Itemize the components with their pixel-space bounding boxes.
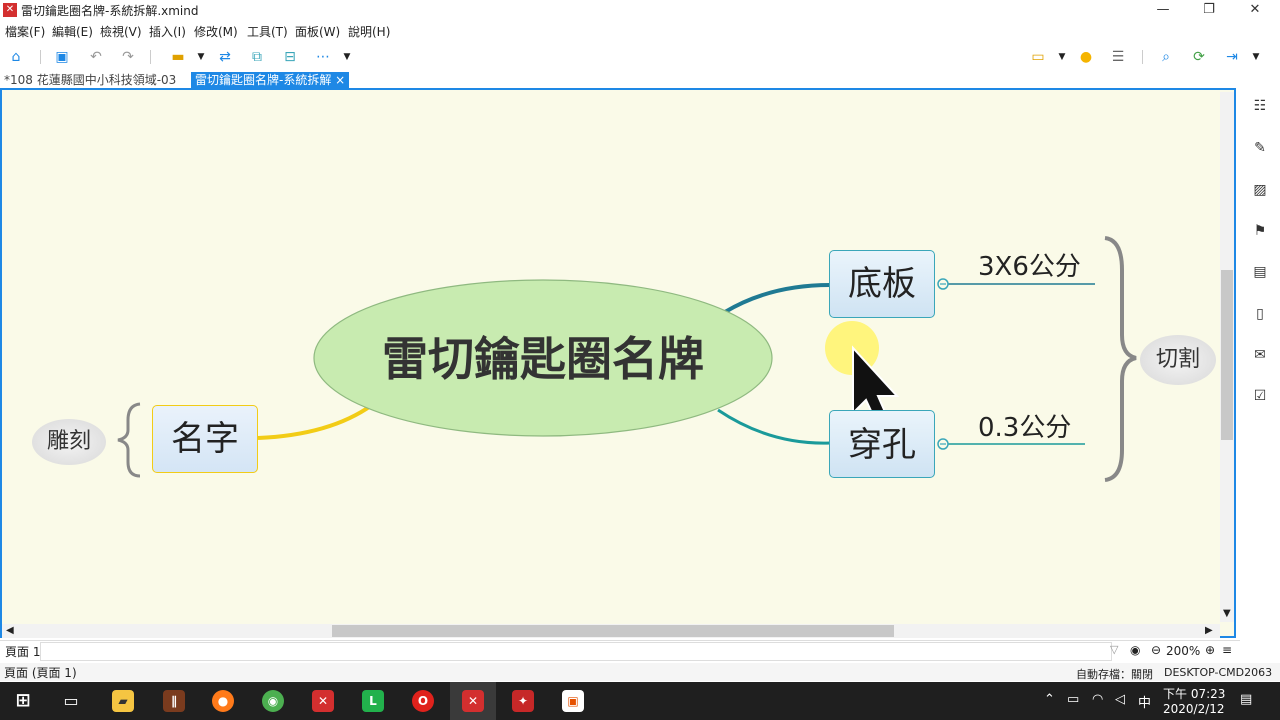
- scroll-right-icon[interactable]: ▶: [1205, 625, 1213, 636]
- file-explorer-icon[interactable]: ▰: [112, 690, 134, 712]
- volume-icon[interactable]: ◁: [1115, 692, 1125, 707]
- outliner-icon[interactable]: ☷: [1250, 96, 1270, 116]
- zoom-level: 200%: [1166, 644, 1201, 658]
- search-icon[interactable]: ⌕: [1156, 47, 1176, 67]
- status-autosave[interactable]: 自動存檔：關閉: [1076, 666, 1153, 682]
- branch-bottom-line: [717, 408, 831, 445]
- minimize-button[interactable]: —: [1140, 0, 1186, 20]
- game-icon[interactable]: ✦: [512, 690, 534, 712]
- vertical-scroll-thumb[interactable]: [1221, 270, 1233, 440]
- export-icon[interactable]: ⇥: [1222, 47, 1242, 67]
- sheet-tab[interactable]: 頁面 1: [5, 643, 40, 660]
- relationship-icon[interactable]: ⇄: [215, 47, 235, 67]
- boundary-icon[interactable]: ⧉: [247, 47, 267, 67]
- menu-view[interactable]: 檢視(V): [100, 23, 142, 40]
- ime-indicator[interactable]: 中: [1138, 692, 1151, 711]
- presentation-icon[interactable]: ▭: [1028, 47, 1048, 67]
- menu-panel[interactable]: 面板(W): [295, 23, 340, 40]
- undo-icon[interactable]: ↶: [86, 47, 106, 67]
- status-page: 頁面 (頁面 1): [4, 666, 77, 680]
- chevron-down-icon[interactable]: ▼: [337, 47, 357, 67]
- xmind-taskbar-icon[interactable]: ✕: [312, 690, 334, 712]
- xmind-active-icon[interactable]: ✕: [462, 690, 484, 712]
- clock-time[interactable]: 下午 07:23: [1163, 685, 1225, 702]
- tab-document-1[interactable]: *108 花蓮縣國中小科技領域-03: [4, 72, 176, 88]
- branch-left-line: [257, 403, 374, 440]
- zoom-out-icon[interactable]: ⊖: [1151, 643, 1161, 657]
- restore-button[interactable]: ❐: [1186, 0, 1232, 20]
- summary-brace-right: [1104, 236, 1137, 482]
- chevron-down-icon[interactable]: ▼: [191, 47, 211, 67]
- task-icon[interactable]: ☑: [1250, 386, 1270, 406]
- share-icon[interactable]: ⟳: [1189, 47, 1209, 67]
- eye-icon[interactable]: ◉: [1130, 643, 1140, 657]
- menu-modify[interactable]: 修改(M): [194, 23, 238, 40]
- menu-icon[interactable]: ≡: [1222, 643, 1232, 657]
- detail-size[interactable]: 3X6公分: [978, 246, 1081, 283]
- outline-icon[interactable]: ☰: [1108, 47, 1128, 67]
- chrome-icon[interactable]: ◉: [262, 690, 284, 712]
- tab-document-active[interactable]: 雷切鑰匙圈名牌-系統拆解 ×: [191, 72, 350, 88]
- battery-icon[interactable]: ▭: [1067, 692, 1079, 707]
- toolbar-divider: [150, 50, 151, 64]
- style-icon[interactable]: ▤: [1250, 262, 1270, 282]
- scroll-down-icon[interactable]: ▼: [1223, 608, 1231, 619]
- filter-icon[interactable]: ▽: [1110, 643, 1118, 656]
- notes-icon[interactable]: ▯: [1250, 304, 1270, 324]
- summary-engrave[interactable]: 雕刻: [32, 419, 106, 465]
- menu-edit[interactable]: 編輯(E): [52, 23, 93, 40]
- menu-insert[interactable]: 插入(I): [149, 23, 186, 40]
- comment-icon[interactable]: ✉: [1250, 345, 1270, 365]
- scroll-left-icon[interactable]: ◀: [6, 625, 14, 636]
- redo-icon[interactable]: ↷: [118, 47, 138, 67]
- windows-start-icon[interactable]: ⊞: [12, 690, 34, 712]
- topic-name[interactable]: 名字: [152, 405, 258, 473]
- menu-help[interactable]: 說明(H): [348, 23, 390, 40]
- home-icon[interactable]: ⌂: [6, 47, 26, 67]
- marker-flag-icon[interactable]: ⚑: [1250, 221, 1270, 241]
- image-icon[interactable]: ▨: [1250, 180, 1270, 200]
- idea-bulb-icon[interactable]: ●: [1076, 47, 1096, 67]
- close-window-button[interactable]: ✕: [1232, 0, 1278, 20]
- chevron-up-icon[interactable]: ⌃: [1044, 692, 1055, 707]
- topic-icon[interactable]: ▬: [168, 47, 188, 67]
- zoom-in-icon[interactable]: ⊕: [1205, 643, 1215, 657]
- menu-bar: [0, 21, 1280, 41]
- side-panel: [1240, 88, 1280, 668]
- menu-tools[interactable]: 工具(T): [247, 23, 288, 40]
- library-icon[interactable]: ∥: [163, 690, 185, 712]
- line-icon[interactable]: L: [362, 690, 384, 712]
- topic-hole[interactable]: 穿孔: [829, 410, 935, 478]
- topic-base-plate[interactable]: 底板: [829, 250, 935, 318]
- presentation-app-icon[interactable]: ▣: [562, 690, 584, 712]
- chevron-down-icon[interactable]: ▼: [1052, 47, 1072, 67]
- central-topic[interactable]: 雷切鑰匙圈名牌: [330, 332, 756, 386]
- menu-file[interactable]: 檔案(F): [5, 23, 45, 40]
- tab-label: 雷切鑰匙圈名牌-系統拆解: [195, 73, 332, 87]
- horizontal-scroll-thumb[interactable]: [332, 625, 894, 637]
- sheet-area: [40, 642, 1112, 661]
- status-host: DESKTOP-CMD2063: [1164, 666, 1273, 679]
- chevron-down-icon[interactable]: ▼: [1246, 47, 1266, 67]
- summary-icon[interactable]: ⊟: [280, 47, 300, 67]
- detail-hole-size[interactable]: 0.3公分: [978, 407, 1071, 444]
- summary-brace-left: [117, 402, 141, 478]
- toolbar-divider: [40, 50, 41, 64]
- format-brush-icon[interactable]: ✎: [1250, 138, 1270, 158]
- task-view-icon[interactable]: ▭: [60, 690, 82, 712]
- tab-close-icon[interactable]: ×: [335, 73, 345, 87]
- summary-cut[interactable]: 切割: [1140, 335, 1216, 385]
- xmind-icon: ✕: [3, 3, 17, 17]
- save-icon[interactable]: ▣: [52, 47, 72, 67]
- toolbar-divider: [1142, 50, 1143, 64]
- firefox-icon[interactable]: ●: [212, 690, 234, 712]
- more-icon[interactable]: ⋯: [313, 47, 333, 67]
- branch-top-line: [723, 283, 831, 314]
- clock-date[interactable]: 2020/2/12: [1163, 702, 1225, 716]
- opera-icon[interactable]: O: [412, 690, 434, 712]
- notification-icon[interactable]: ▤: [1240, 692, 1252, 707]
- wifi-icon[interactable]: ◠: [1092, 692, 1103, 707]
- taskbar: [0, 682, 1280, 720]
- window-title: 雷切鑰匙圈名牌-系統拆解.xmind: [21, 4, 199, 18]
